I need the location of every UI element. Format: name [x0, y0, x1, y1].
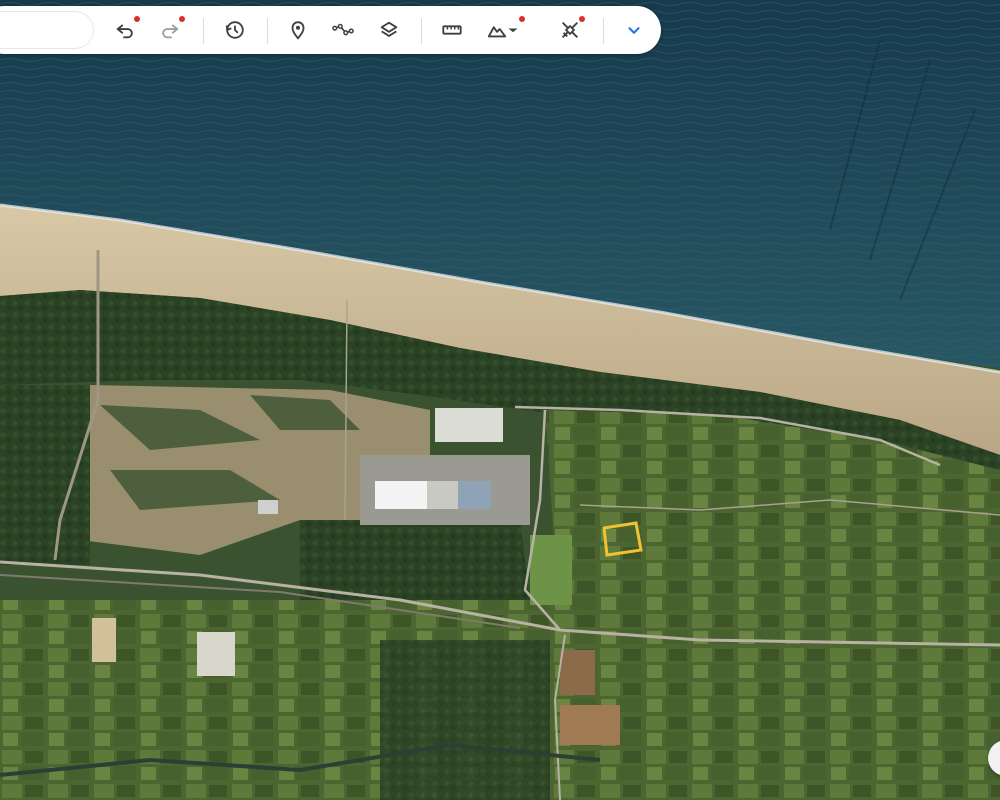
warehouse-building [375, 481, 427, 509]
lawn-field [530, 535, 572, 605]
warehouse-building-blue [458, 481, 491, 509]
measure-button[interactable] [436, 14, 468, 46]
satellite-tools-button[interactable] [554, 14, 586, 46]
caret-down-icon [508, 28, 518, 33]
western-forest [0, 385, 90, 565]
concrete-yard [435, 408, 503, 442]
warehouse-building-2 [427, 481, 458, 509]
historical-imagery-button[interactable] [219, 14, 251, 46]
southern-forest [380, 640, 550, 800]
bare-ground-2 [560, 705, 620, 745]
toolbar-separator [421, 18, 422, 44]
map-toolbar [0, 6, 661, 54]
search-input[interactable] [0, 11, 94, 49]
layers-button[interactable] [373, 14, 405, 46]
layers-icon [380, 21, 398, 37]
add-placemark-button[interactable] [282, 14, 314, 46]
toolbar-separator [267, 18, 268, 44]
facility-south [197, 632, 235, 676]
undo-icon [116, 24, 133, 39]
redo-icon [162, 24, 179, 39]
satellite-icon [562, 22, 578, 38]
toolbar-separator [203, 18, 204, 44]
history-icon [225, 21, 244, 39]
path-icon [332, 23, 354, 36]
bare-ground [560, 650, 595, 695]
small-building [258, 500, 278, 514]
satellite-notification-dot [579, 16, 585, 22]
ruler-icon [442, 25, 462, 35]
map-style-notification-dot [519, 16, 525, 22]
placemark-icon [291, 21, 305, 40]
redo-button[interactable] [154, 14, 186, 46]
chevron-down-icon [628, 27, 640, 34]
add-path-button[interactable] [327, 14, 359, 46]
redo-notification-dot [179, 16, 185, 22]
central-forest [300, 520, 530, 600]
expand-toolbar-button[interactable] [618, 14, 650, 46]
undo-notification-dot [134, 16, 140, 22]
sand-patch [92, 618, 116, 662]
toolbar-separator [603, 18, 604, 44]
map-style-dropdown[interactable] [502, 14, 525, 46]
satellite-map[interactable] [0, 0, 1000, 800]
undo-button[interactable] [109, 14, 141, 46]
map-canvas [0, 0, 1000, 800]
